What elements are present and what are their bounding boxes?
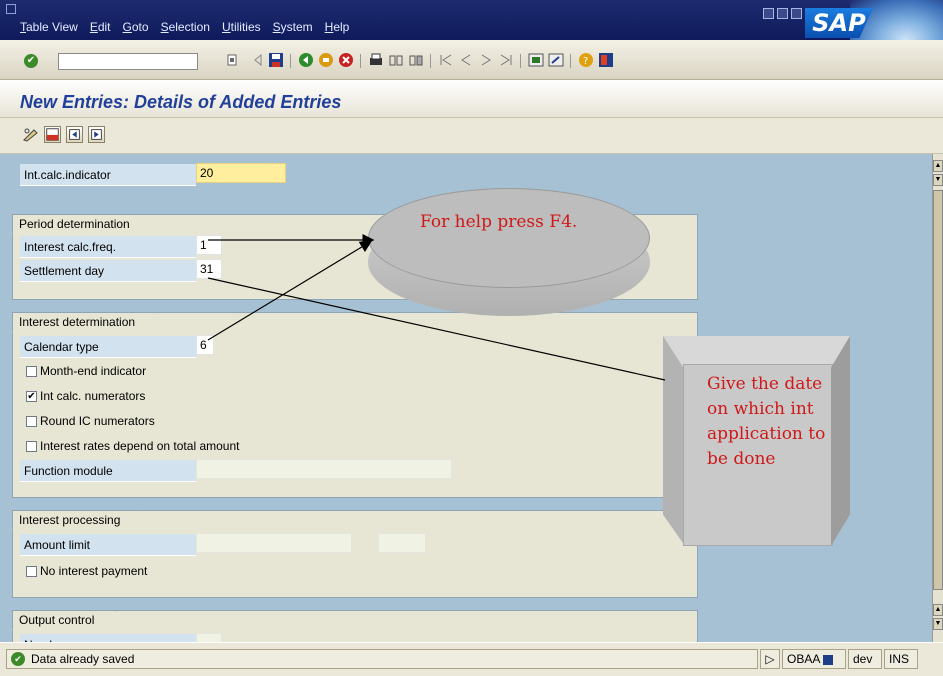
status-mode[interactable]: INS	[884, 649, 918, 669]
calendar-type-field[interactable]: 6	[196, 335, 214, 355]
output-partial-field[interactable]	[196, 633, 222, 642]
minimize-icon[interactable]	[763, 8, 774, 19]
help-callout: For help press F4.	[368, 188, 650, 316]
svg-text:?: ?	[583, 56, 588, 67]
menu-goto[interactable]: Goto	[123, 20, 149, 34]
amount-limit-label: Amount limit	[20, 534, 196, 556]
back-arrow-small-icon[interactable]	[250, 52, 266, 68]
menu-table-view[interactable]: Table View	[20, 20, 78, 34]
date-callout: Give the date on which int application t…	[663, 336, 850, 546]
exit-icon[interactable]	[318, 52, 334, 68]
find-icon[interactable]	[388, 52, 404, 68]
menu-system[interactable]: System	[273, 20, 313, 34]
status-message[interactable]: ✔ Data already saved	[6, 649, 758, 669]
command-history-icon[interactable]	[224, 52, 240, 68]
scroll-page-down-icon[interactable]: ▼	[933, 618, 943, 630]
close-icon[interactable]	[791, 8, 802, 19]
command-field[interactable]	[58, 53, 198, 70]
int-calc-indicator-label: Int.calc.indicator	[20, 164, 196, 186]
output-partial-label: Number	[20, 634, 196, 642]
save-entry-icon[interactable]	[44, 126, 61, 143]
first-page-icon[interactable]	[438, 52, 454, 68]
rates-depend-checkbox[interactable]	[26, 441, 37, 452]
find-next-icon[interactable]	[408, 52, 424, 68]
status-transaction[interactable]: OBAA	[782, 649, 846, 669]
success-check-icon: ✔	[11, 652, 25, 666]
calendar-type-label: Calendar type	[20, 336, 196, 358]
month-end-indicator-checkbox[interactable]	[26, 366, 37, 377]
menu-utilities[interactable]: Utilities	[222, 20, 261, 34]
menu-edit[interactable]: Edit	[90, 20, 111, 34]
shortcut-icon[interactable]	[548, 52, 564, 68]
create-session-icon[interactable]	[528, 52, 544, 68]
scroll-down-icon[interactable]: ▼	[933, 174, 943, 186]
standard-toolbar: ✔ ?	[0, 40, 943, 80]
int-calc-numerators-checkbox[interactable]: ✔	[26, 391, 37, 402]
status-transaction-text: OBAA	[787, 652, 820, 666]
last-page-icon[interactable]	[498, 52, 514, 68]
currency-field[interactable]	[378, 533, 426, 553]
main-menu: Table View Edit Goto Selection Utilities…	[20, 20, 361, 34]
previous-page-icon[interactable]	[458, 52, 474, 68]
layout-menu-icon[interactable]	[598, 52, 614, 68]
no-interest-payment-label: No interest payment	[40, 564, 148, 578]
maximize-icon[interactable]	[777, 8, 788, 19]
menu-selection[interactable]: Selection	[161, 20, 210, 34]
interest-calc-freq-field[interactable]: 1	[196, 235, 222, 255]
function-module-label: Function module	[20, 460, 196, 482]
save-floppy-icon[interactable]	[268, 52, 284, 68]
settlement-day-field[interactable]: 31	[196, 259, 222, 279]
next-page-icon[interactable]	[478, 52, 494, 68]
menu-bar: Table View Edit Goto Selection Utilities…	[0, 0, 943, 80]
menu-help[interactable]: Help	[325, 20, 350, 34]
scrollbar-thumb[interactable]	[933, 190, 943, 590]
output-control-title: Output control	[12, 610, 118, 630]
int-calc-indicator-field[interactable]: 20	[196, 163, 286, 183]
application-toolbar	[0, 118, 943, 154]
status-bar: ✔ Data already saved ▷ OBAA dev INS	[0, 642, 943, 676]
help-callout-text: For help press F4.	[420, 212, 578, 232]
previous-entry-icon[interactable]	[66, 126, 83, 143]
month-end-indicator-label: Month-end indicator	[40, 364, 147, 378]
scroll-page-up-icon[interactable]: ▲	[933, 604, 943, 616]
function-module-field[interactable]	[196, 459, 452, 479]
interest-processing-title: Interest processing	[12, 510, 144, 530]
amount-limit-field[interactable]	[196, 533, 352, 553]
page-title: New Entries: Details of Added Entries	[20, 92, 342, 112]
status-expand-icon[interactable]: ▷	[760, 649, 780, 669]
print-icon[interactable]	[368, 52, 384, 68]
enter-check-icon[interactable]: ✔	[24, 54, 38, 68]
display-change-icon[interactable]	[22, 126, 39, 143]
period-determination-title: Period determination	[12, 214, 153, 234]
system-menu-icon[interactable]	[6, 4, 16, 14]
settlement-day-label: Settlement day	[20, 260, 196, 282]
interest-determination-title: Interest determination	[12, 312, 159, 332]
title-bar: New Entries: Details of Added Entries	[0, 80, 943, 118]
rates-depend-label: Interest rates depend on total amount	[40, 439, 240, 453]
status-system: dev	[848, 649, 882, 669]
status-message-text: Data already saved	[31, 652, 135, 666]
round-ic-numerators-label: Round IC numerators	[40, 414, 155, 428]
transaction-detail-icon	[823, 654, 834, 665]
scroll-up-icon[interactable]: ▲	[933, 160, 943, 172]
back-icon[interactable]	[298, 52, 314, 68]
interest-calc-freq-label: Interest calc.freq.	[20, 236, 196, 258]
int-calc-numerators-label: Int calc. numerators	[40, 389, 146, 403]
date-callout-text: Give the date on which int application t…	[707, 374, 826, 469]
vertical-scrollbar[interactable]: ▲ ▼ ▲ ▼	[932, 154, 943, 642]
next-entry-icon[interactable]	[88, 126, 105, 143]
cancel-icon[interactable]	[338, 52, 354, 68]
help-icon[interactable]: ?	[578, 52, 594, 68]
no-interest-payment-checkbox[interactable]	[26, 566, 37, 577]
round-ic-numerators-checkbox[interactable]	[26, 416, 37, 427]
